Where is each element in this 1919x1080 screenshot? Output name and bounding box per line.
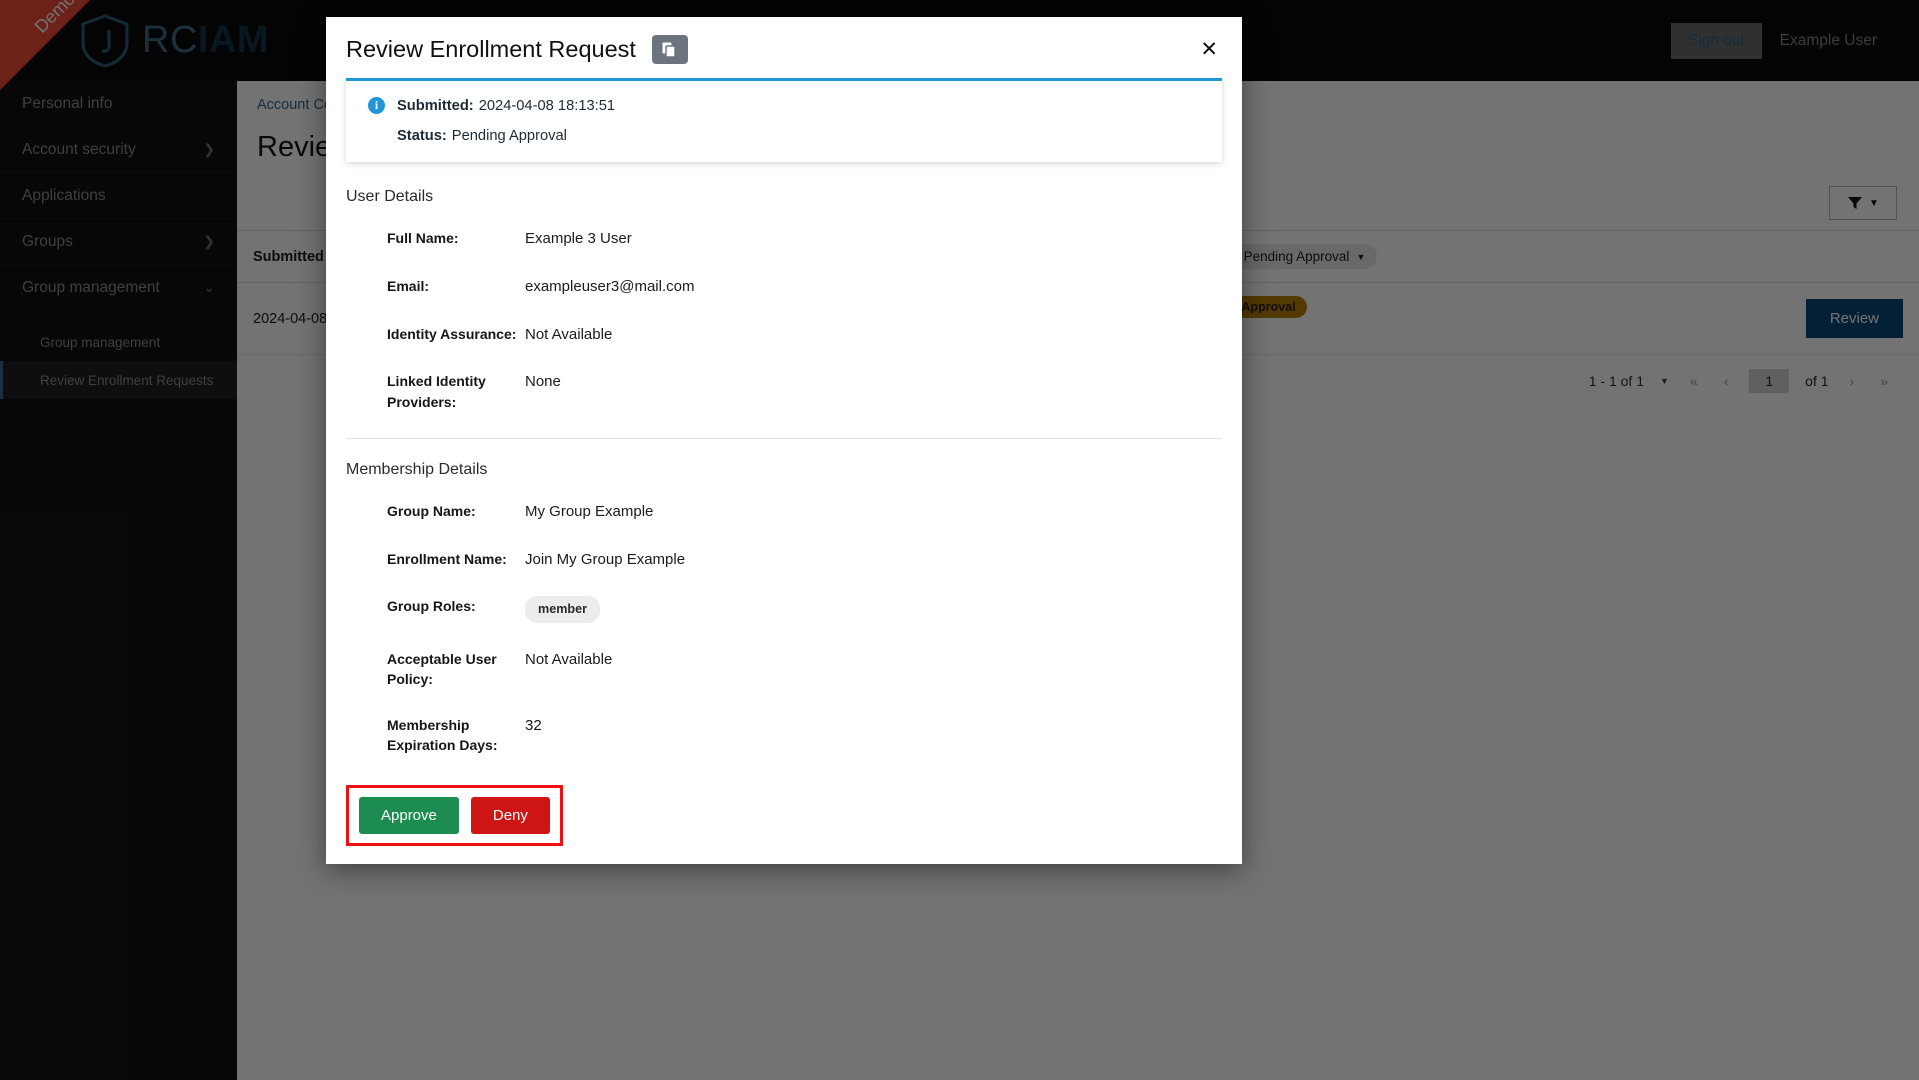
info-circle-icon: i bbox=[368, 97, 385, 114]
alert-status-row: Status: Pending Approval bbox=[368, 128, 1200, 144]
submitted-label: Submitted: bbox=[397, 97, 474, 114]
field-enrollment-name: Enrollment Name: Join My Group Example bbox=[346, 549, 1222, 571]
field-value-wrap: member bbox=[525, 596, 600, 623]
app-root: RCIAM Sign out Example User Personal inf… bbox=[0, 0, 1919, 1080]
deny-button[interactable]: Deny bbox=[470, 797, 550, 834]
status-label: Status: bbox=[397, 128, 447, 144]
action-buttons-highlight: Approve Deny bbox=[346, 785, 563, 846]
modal-header: Review Enrollment Request ✕ bbox=[326, 17, 1242, 78]
field-full-name: Full Name: Example 3 User bbox=[346, 228, 1222, 250]
field-label: Group Name: bbox=[387, 502, 476, 519]
section-divider bbox=[346, 437, 1222, 439]
field-value: None bbox=[525, 373, 561, 391]
copy-icon bbox=[662, 42, 677, 58]
field-membership-expiration-days: Membership Expiration Days: 32 bbox=[346, 715, 1222, 756]
field-value: 32 bbox=[525, 717, 542, 735]
field-label: Full Name: bbox=[387, 230, 459, 246]
modal-body: i Submitted: 2024-04-08 18:13:51 Status:… bbox=[326, 78, 1242, 785]
close-button[interactable]: ✕ bbox=[1200, 39, 1218, 60]
modal-footer: Approve Deny bbox=[326, 785, 1242, 864]
field-label: Linked Identity Providers: bbox=[387, 373, 486, 410]
field-value: exampleuser3@mail.com bbox=[525, 277, 695, 295]
field-label: Identity Assurance: bbox=[387, 325, 517, 342]
group-role-badge: member bbox=[525, 596, 600, 623]
field-value: My Group Example bbox=[525, 502, 654, 520]
status-value: Pending Approval bbox=[451, 128, 567, 144]
copy-button[interactable] bbox=[651, 35, 688, 64]
field-label: Membership Expiration Days: bbox=[387, 717, 498, 754]
submitted-value: 2024-04-08 18:13:51 bbox=[478, 97, 616, 114]
field-value: Not Available bbox=[525, 650, 613, 668]
user-details-heading: User Details bbox=[346, 188, 434, 205]
alert-submitted-row: i Submitted: 2024-04-08 18:13:51 bbox=[368, 97, 1200, 114]
field-acceptable-user-policy: Acceptable User Policy: Not Available bbox=[346, 649, 1222, 690]
field-value: Example 3 User bbox=[525, 230, 632, 247]
field-group-roles: Group Roles: member bbox=[346, 596, 1222, 623]
field-value: Join My Group Example bbox=[525, 550, 686, 568]
field-label: Email: bbox=[387, 277, 430, 294]
review-enrollment-request-dialog: Review Enrollment Request ✕ i Submitted:… bbox=[326, 17, 1242, 864]
field-email: Email: exampleuser3@mail.com bbox=[346, 276, 1222, 298]
approve-button[interactable]: Approve bbox=[359, 797, 459, 834]
modal-title: Review Enrollment Request bbox=[346, 36, 636, 62]
field-label: Enrollment Name: bbox=[387, 550, 507, 567]
submission-info-alert: i Submitted: 2024-04-08 18:13:51 Status:… bbox=[346, 78, 1222, 162]
field-identity-assurance: Identity Assurance: Not Available bbox=[346, 324, 1222, 346]
field-group-name: Group Name: My Group Example bbox=[346, 501, 1222, 523]
membership-details-heading: Membership Details bbox=[346, 460, 488, 478]
field-label: Group Roles: bbox=[387, 598, 476, 615]
field-linked-identity-providers: Linked Identity Providers: None bbox=[346, 371, 1222, 412]
field-label: Acceptable User Policy: bbox=[387, 650, 497, 687]
field-value: Not Available bbox=[525, 325, 613, 343]
